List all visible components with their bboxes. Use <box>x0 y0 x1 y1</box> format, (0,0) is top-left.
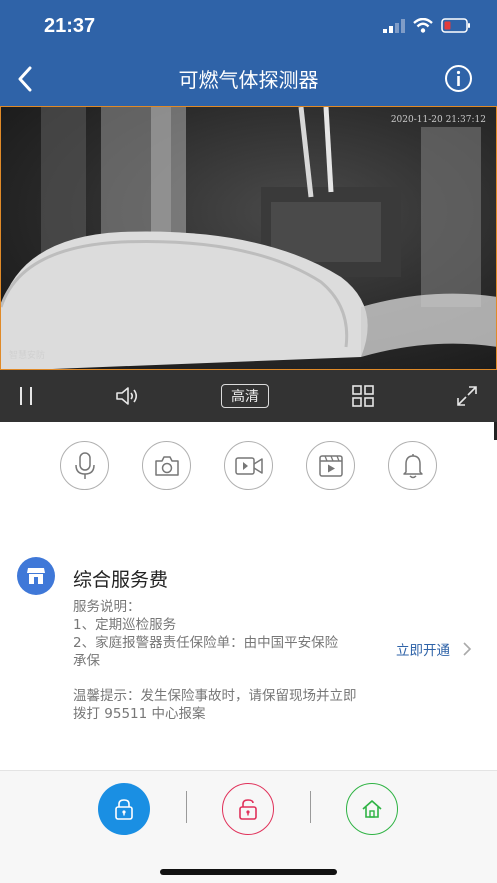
open-service-label: 立即开通 <box>396 643 450 659</box>
grid-view-button[interactable] <box>351 380 375 412</box>
camera-icon <box>154 455 179 476</box>
store-icon <box>27 568 45 584</box>
battery-icon <box>441 18 470 33</box>
video-watermark: 智慧安防 <box>9 351 46 361</box>
fullscreen-button[interactable] <box>454 380 480 412</box>
alarm-button[interactable] <box>388 441 437 490</box>
service-description: 服务说明： 1、定期巡检服务 2、家庭报警器责任保险单：由中国平安保险 承保 温… <box>73 598 393 723</box>
microphone-icon <box>74 451 95 479</box>
grid-icon <box>352 385 374 407</box>
signal-icon <box>383 18 405 33</box>
service-tip-b: 拨打 95511 中心报案 <box>73 706 206 722</box>
pause-button[interactable] <box>14 380 38 412</box>
video-scene <box>1 107 496 369</box>
bottom-divider <box>186 791 187 823</box>
volume-button[interactable] <box>113 380 141 412</box>
info-icon <box>445 65 472 92</box>
wifi-icon <box>413 18 433 33</box>
bottom-divider <box>310 791 311 823</box>
header-bar: 21:37 可燃气体探测器 <box>0 0 497 106</box>
playback-icon <box>318 454 343 477</box>
hd-quality-button[interactable]: 高清 <box>221 384 269 408</box>
pause-icon <box>20 387 32 405</box>
service-line-2b: 承保 <box>73 653 100 669</box>
lock-open-icon <box>239 799 257 820</box>
open-service-link[interactable]: 立即开通 <box>396 639 472 659</box>
service-line-2a: 2、家庭报警器责任保险单：由中国平安保险 <box>73 635 339 651</box>
status-icons <box>383 18 471 33</box>
home-icon <box>362 800 382 818</box>
video-timestamp: 2020-11-20 21:37:12 <box>390 115 486 125</box>
playback-button[interactable] <box>306 441 355 490</box>
page-title: 可燃气体探测器 <box>178 68 319 92</box>
bell-icon <box>402 453 423 478</box>
service-desc-heading: 服务说明： <box>73 599 141 615</box>
home-mode-button[interactable] <box>346 783 398 835</box>
info-button[interactable] <box>444 64 473 93</box>
snapshot-button[interactable] <box>142 441 191 490</box>
talk-button[interactable] <box>60 441 109 490</box>
video-control-bar: 高清 <box>0 370 497 422</box>
chevron-right-icon <box>463 642 472 656</box>
camera-video-feed[interactable]: 2020-11-20 21:37:12 智慧安防 <box>0 106 497 370</box>
fullscreen-icon <box>457 386 477 406</box>
status-time: 21:37 <box>44 15 96 37</box>
home-indicator <box>160 869 337 875</box>
service-tip-a: 温馨提示：发生保险事故时，请保留现场并立即 <box>73 688 357 704</box>
service-store-icon-badge <box>17 557 55 595</box>
action-buttons-row <box>0 441 497 491</box>
disarm-button[interactable] <box>222 783 274 835</box>
lock-closed-icon <box>115 799 133 820</box>
service-title: 综合服务费 <box>73 569 169 591</box>
volume-icon <box>116 387 138 405</box>
arm-away-button[interactable] <box>98 783 150 835</box>
video-record-icon <box>234 456 263 475</box>
bottom-mode-bar <box>0 770 497 883</box>
service-line-1: 1、定期巡检服务 <box>73 617 177 633</box>
record-button[interactable] <box>224 441 273 490</box>
